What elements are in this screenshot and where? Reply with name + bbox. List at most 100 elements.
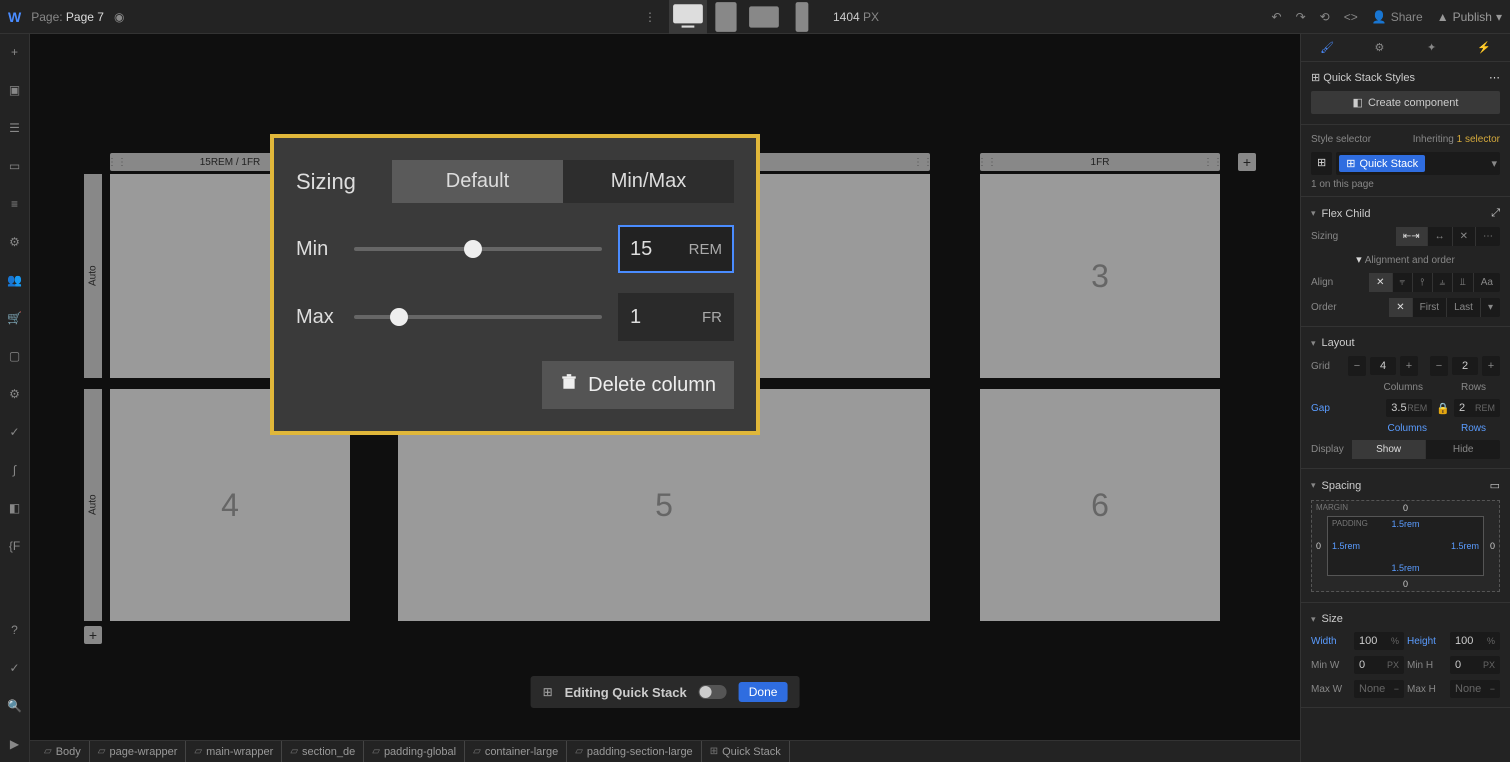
maxh-input[interactable]: None−	[1450, 680, 1500, 698]
size-header[interactable]: ▾Size	[1311, 609, 1500, 629]
lock-icon[interactable]: 🔒	[1436, 402, 1450, 415]
style-tab-icon[interactable]: 🖌	[1301, 34, 1353, 61]
desktop-icon[interactable]	[669, 0, 707, 34]
crumb[interactable]: ▱container-large	[465, 741, 567, 762]
users-icon[interactable]: 👥	[7, 272, 23, 288]
max-slider[interactable]	[354, 315, 602, 319]
popup-title: Sizing	[296, 169, 356, 195]
done-button[interactable]: Done	[739, 682, 788, 702]
cms-icon[interactable]: ≡	[7, 196, 23, 212]
gap-col-input[interactable]: 3.5REM	[1386, 399, 1432, 417]
more-icon[interactable]: ⋯	[1489, 71, 1500, 84]
delete-column-button[interactable]: Delete column	[542, 361, 734, 409]
video-icon[interactable]: ▶	[7, 736, 23, 752]
settings-icon[interactable]: ⚙	[7, 386, 23, 402]
grid-cell[interactable]: 6	[980, 389, 1220, 621]
layout-header[interactable]: ▾Layout	[1311, 333, 1500, 353]
spacing-box[interactable]: MARGIN 0 0 0 0 PADDING 1.5rem 1.5rem 1.5…	[1311, 500, 1500, 592]
effects-tab-icon[interactable]: ⚡	[1458, 34, 1510, 61]
row-minus[interactable]: −	[1430, 356, 1448, 376]
undo-icon[interactable]: ↶	[1272, 10, 1282, 24]
styles-title: Quick Stack Styles	[1323, 72, 1415, 84]
crumb[interactable]: ▱section_de	[282, 741, 364, 762]
webflow-logo-icon[interactable]: W	[8, 9, 21, 25]
crumb[interactable]: ⊞Quick Stack	[702, 741, 790, 762]
maxw-input[interactable]: None−	[1354, 680, 1404, 698]
hide-button[interactable]: Hide	[1426, 440, 1500, 459]
tab-default[interactable]: Default	[392, 160, 563, 203]
max-input[interactable]: 1FR	[618, 293, 734, 341]
variables-icon[interactable]: {F	[7, 538, 23, 554]
canvas[interactable]: ⋮⋮15REM / 1FR⋮⋮ ⋮⋮1FR⋮⋮ ⋮⋮1FR⋮⋮ + Auto A…	[30, 34, 1300, 740]
settings-tab-icon[interactable]: ⚙	[1353, 34, 1405, 61]
col-minus[interactable]: −	[1348, 356, 1366, 376]
components-icon[interactable]: ◧	[7, 500, 23, 516]
page-name[interactable]: Page 7	[66, 10, 104, 24]
interactions-icon[interactable]: ∫	[7, 462, 23, 478]
edit-toggle[interactable]	[699, 685, 727, 699]
code-icon[interactable]: <>	[1344, 10, 1358, 24]
row-header-2[interactable]: Auto	[84, 389, 102, 621]
crumb[interactable]: ▱Body	[36, 741, 90, 762]
add-column-button[interactable]: +	[1238, 153, 1256, 171]
column-header-3[interactable]: ⋮⋮1FR⋮⋮	[980, 153, 1220, 171]
shrink-icon[interactable]: ⇤⇥	[1396, 227, 1428, 246]
audit-icon[interactable]: ✓	[7, 424, 23, 440]
crumb[interactable]: ▱padding-section-large	[567, 741, 702, 762]
col-plus[interactable]: +	[1400, 356, 1418, 376]
spacing-header[interactable]: ▾Spacing▭	[1311, 475, 1500, 496]
flex-child-header[interactable]: ▾Flex Child⤢	[1311, 203, 1500, 224]
create-component-button[interactable]: ◧Create component	[1311, 91, 1500, 114]
columns-value[interactable]: 4	[1370, 357, 1396, 375]
redo-icon[interactable]: ↷	[1296, 10, 1306, 24]
crumb[interactable]: ▱page-wrapper	[90, 741, 187, 762]
chevron-down-icon[interactable]: ▾	[1491, 157, 1497, 170]
ecommerce-icon[interactable]: ⚙	[7, 234, 23, 250]
add-icon[interactable]: +	[7, 44, 23, 60]
none-icon[interactable]: ✕	[1453, 227, 1476, 246]
canvas-width[interactable]: 1404	[833, 10, 860, 24]
assets-icon[interactable]: 🛒	[7, 310, 23, 326]
align-buttons[interactable]: ✕⫧⫯⫨⫫Aa	[1369, 273, 1500, 292]
check-icon[interactable]: ✓	[7, 660, 23, 676]
grid-cell[interactable]: 3	[980, 174, 1220, 378]
crumb[interactable]: ▱padding-global	[364, 741, 465, 762]
publish-button[interactable]: ▲ Publish ▾	[1437, 10, 1502, 24]
grow-icon[interactable]: ↔	[1428, 227, 1453, 246]
add-row-button[interactable]: +	[84, 626, 102, 644]
more-icon[interactable]: ⋯	[1476, 227, 1500, 246]
sizing-buttons[interactable]: ⇤⇥ ↔ ✕ ⋯	[1396, 227, 1500, 246]
eye-icon[interactable]: ◉	[114, 10, 124, 24]
cube-icon[interactable]: ▣	[7, 82, 23, 98]
layers-icon[interactable]: ☰	[7, 120, 23, 136]
more-icon[interactable]: ⋮	[631, 0, 669, 34]
min-input[interactable]: 15REM	[618, 225, 734, 273]
rows-value[interactable]: 2	[1452, 357, 1478, 375]
min-slider[interactable]	[354, 247, 602, 251]
pages-icon[interactable]: ▭	[7, 158, 23, 174]
row-header-1[interactable]: Auto	[84, 174, 102, 378]
spacing-mode-icon[interactable]: ▭	[1490, 479, 1500, 492]
export-icon[interactable]: ⟲	[1320, 10, 1330, 24]
height-input[interactable]: 100%	[1450, 632, 1500, 650]
width-input[interactable]: 100%	[1354, 632, 1404, 650]
minw-input[interactable]: 0PX	[1354, 656, 1404, 674]
help-icon[interactable]: ?	[7, 622, 23, 638]
expand-icon[interactable]: ⤢	[1491, 207, 1500, 220]
search-icon[interactable]: 🔍	[7, 698, 23, 714]
minh-input[interactable]: 0PX	[1450, 656, 1500, 674]
share-button[interactable]: 👤 Share	[1372, 10, 1423, 24]
row-plus[interactable]: +	[1482, 356, 1500, 376]
show-button[interactable]: Show	[1352, 440, 1427, 459]
selector-pill[interactable]: ⊞Quick Stack	[1339, 155, 1425, 172]
mobile-icon[interactable]	[783, 0, 821, 34]
tablet-landscape-icon[interactable]	[745, 0, 783, 34]
crumb[interactable]: ▱main-wrapper	[186, 741, 282, 762]
tab-minmax[interactable]: Min/Max	[563, 160, 734, 203]
selector-type-icon[interactable]: ⊞	[1311, 152, 1332, 175]
interactions-tab-icon[interactable]: ✦	[1406, 34, 1458, 61]
tablet-icon[interactable]	[707, 0, 745, 34]
order-buttons[interactable]: ✕FirstLast▾	[1389, 298, 1500, 317]
gap-row-input[interactable]: 2REM	[1454, 399, 1500, 417]
image-icon[interactable]: ▢	[7, 348, 23, 364]
